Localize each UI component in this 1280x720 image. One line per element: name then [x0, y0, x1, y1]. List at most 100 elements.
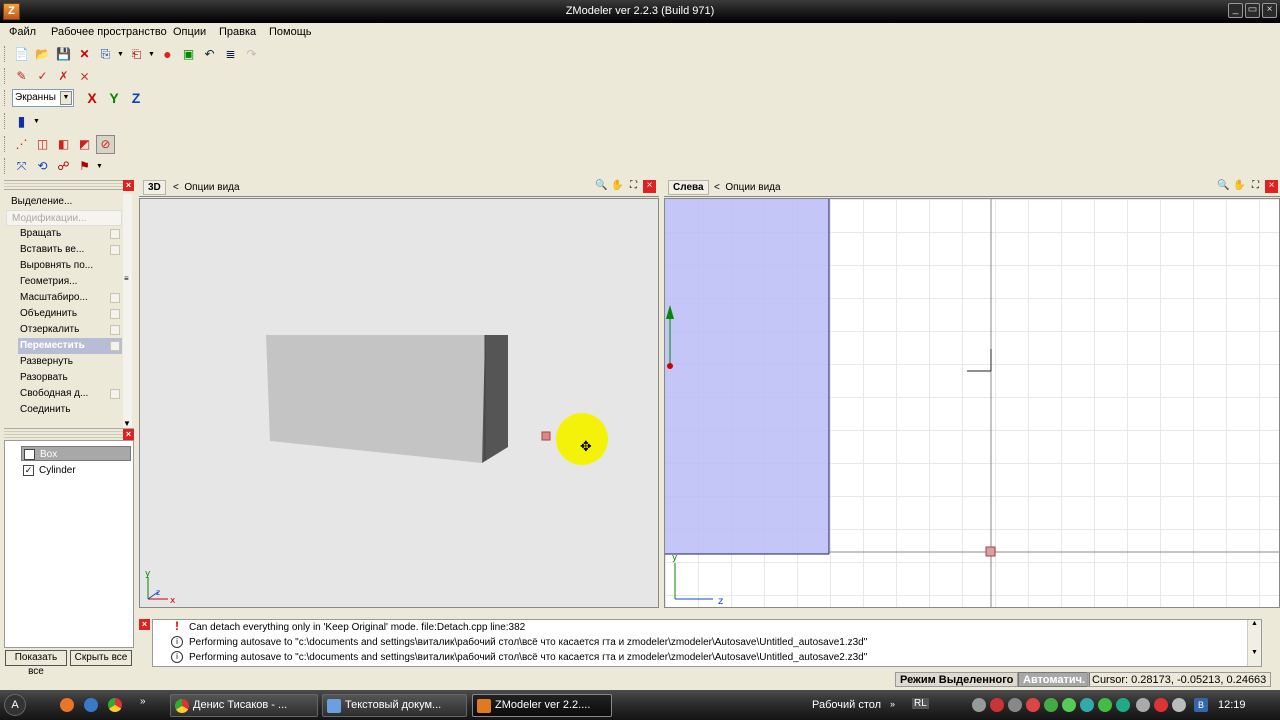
face-select-icon[interactable]: ⨯	[75, 67, 94, 86]
pan-icon[interactable]: ✋	[1233, 180, 1246, 193]
tray-app-icon[interactable]	[1062, 698, 1076, 712]
command-option-box[interactable]	[110, 341, 120, 351]
save-icon[interactable]: 💾	[54, 45, 73, 64]
command-move[interactable]: Переместить	[18, 338, 122, 354]
volume-icon[interactable]	[1172, 698, 1186, 712]
rotate-tool-icon[interactable]: ⟲	[33, 157, 52, 176]
command-detach[interactable]: Разорвать	[6, 370, 122, 386]
close-button[interactable]: ×	[1262, 3, 1277, 18]
command-flip[interactable]: Развернуть	[6, 354, 122, 370]
antivirus-icon[interactable]	[990, 698, 1004, 712]
menu-edit[interactable]: Правка	[219, 26, 256, 38]
maximize-view-icon[interactable]: ⛶	[1249, 180, 1262, 193]
new-file-icon[interactable]: 📄	[12, 45, 31, 64]
firefox-icon[interactable]	[60, 698, 74, 712]
import-dropdown-icon[interactable]: ▼	[117, 51, 125, 58]
visibility-checkbox[interactable]: ✓	[23, 465, 34, 476]
axis-z-toggle[interactable]: Z	[126, 90, 146, 106]
network-icon[interactable]	[972, 698, 986, 712]
hide-all-button[interactable]: Скрыть все	[70, 650, 132, 666]
command-option-box[interactable]	[110, 309, 120, 319]
vertex-mode-icon[interactable]: ⋰	[12, 135, 31, 154]
helper-tool-icon[interactable]: ⚑	[75, 157, 94, 176]
close-view-icon[interactable]: ×	[643, 180, 656, 193]
menu-workspace[interactable]: Рабочее пространство	[51, 26, 167, 38]
tray-app-icon[interactable]	[1080, 698, 1094, 712]
viewport-3d-options[interactable]: < Опции вида	[173, 182, 240, 193]
more-icon[interactable]: »	[140, 696, 146, 707]
maximize-view-icon[interactable]: ⛶	[627, 180, 640, 193]
task-text-document[interactable]: Текстовый докум...	[322, 694, 467, 717]
move-tool-icon[interactable]: ⤧	[12, 157, 31, 176]
export-dropdown-icon[interactable]: ▼	[148, 51, 156, 58]
scroll-down-icon[interactable]: ▼	[123, 419, 131, 428]
chevron-down-icon[interactable]: ▼	[60, 91, 72, 105]
close-icon[interactable]: ×	[123, 180, 134, 191]
command-free-deform[interactable]: Свободная д...	[6, 386, 122, 402]
command-align[interactable]: Выровнять по...	[6, 258, 122, 274]
close-icon[interactable]: ×	[139, 619, 150, 630]
chrome-icon[interactable]	[108, 698, 122, 712]
command-option-box[interactable]	[110, 389, 120, 399]
command-option-box[interactable]	[110, 245, 120, 255]
export-icon[interactable]: ⎗	[127, 45, 146, 64]
more-icon[interactable]: »	[890, 699, 895, 709]
undo-icon[interactable]: ↶	[200, 45, 219, 64]
command-scrollbar[interactable]: ≡ ▼	[123, 194, 132, 430]
material-dropdown-icon[interactable]: ▼	[33, 118, 41, 125]
tray-app-icon[interactable]	[1026, 698, 1040, 712]
tray-app-icon[interactable]	[1008, 698, 1022, 712]
axis-x-toggle[interactable]: X	[82, 90, 102, 106]
redo-icon[interactable]: ↷	[242, 45, 261, 64]
object-item-cylinder[interactable]: ✓ Cylinder	[21, 463, 76, 478]
tray-app-icon[interactable]	[1098, 698, 1112, 712]
record-icon[interactable]: ●	[158, 45, 177, 64]
face-mode-icon[interactable]: ◧	[54, 135, 73, 154]
command-option-box[interactable]	[110, 229, 120, 239]
viewport-3d[interactable]: ✥ y x z	[139, 198, 659, 608]
opera-icon[interactable]	[1154, 698, 1168, 712]
pan-icon[interactable]: ✋	[611, 180, 624, 193]
command-option-box[interactable]	[110, 293, 120, 303]
object-mode-icon[interactable]: ◩	[75, 135, 94, 154]
start-button[interactable]: А	[4, 694, 26, 716]
scroll-grip-icon[interactable]: ≡	[124, 274, 129, 283]
edge-mode-icon[interactable]: ◫	[33, 135, 52, 154]
vk-icon[interactable]: B	[1194, 698, 1208, 712]
scroll-down-icon[interactable]: ▼	[1248, 649, 1261, 656]
log-scrollbar[interactable]: ▲ ▼	[1247, 620, 1261, 666]
viewport-left[interactable]: y z	[664, 198, 1280, 608]
command-scale[interactable]: Масштабиро...	[6, 290, 122, 306]
menu-file[interactable]: Файл	[9, 26, 36, 38]
figure-tool-icon[interactable]: ☍	[54, 157, 73, 176]
delete-icon[interactable]: ✕	[75, 45, 94, 64]
command-attach[interactable]: Соединить	[6, 402, 122, 418]
task-zmodeler[interactable]: ZModeler ver 2.2....	[472, 694, 612, 717]
language-indicator[interactable]: RL	[912, 698, 929, 709]
viewport-left-label[interactable]: Слева	[668, 180, 709, 195]
minimize-button[interactable]: _	[1228, 3, 1243, 18]
command-insert-vertex[interactable]: Вставить ве...	[6, 242, 122, 258]
desktop-toolbar-label[interactable]: Рабочий стол	[812, 699, 881, 711]
vertex-select-icon[interactable]: ✓	[33, 67, 52, 86]
hidden-mode-icon[interactable]: ⊘	[96, 134, 115, 154]
scroll-up-icon[interactable]: ▲	[1248, 620, 1261, 627]
tray-app-icon[interactable]	[1044, 698, 1058, 712]
material-icon[interactable]: ▮	[12, 112, 31, 131]
command-mirror[interactable]: Отзеркалить	[6, 322, 122, 338]
command-selection[interactable]: Выделение...	[6, 194, 122, 210]
command-geometry[interactable]: Геометрия...	[6, 274, 122, 290]
show-all-button[interactable]: Показать все	[5, 650, 67, 677]
maximize-button[interactable]: ▭	[1245, 3, 1260, 18]
zoom-icon[interactable]: 🔍	[1217, 180, 1230, 193]
menu-help[interactable]: Помощь	[269, 26, 312, 38]
import-icon[interactable]: ⎘	[96, 45, 115, 64]
render-icon[interactable]: ▣	[179, 45, 198, 64]
menu-options[interactable]: Опции	[173, 26, 206, 38]
notes-icon[interactable]: ≣	[221, 45, 240, 64]
tray-app-icon[interactable]	[1136, 698, 1150, 712]
tray-app-icon[interactable]	[1116, 698, 1130, 712]
zoom-icon[interactable]: 🔍	[595, 180, 608, 193]
task-chrome[interactable]: Денис Тисаков - ...	[170, 694, 318, 717]
command-option-box[interactable]	[110, 325, 120, 335]
